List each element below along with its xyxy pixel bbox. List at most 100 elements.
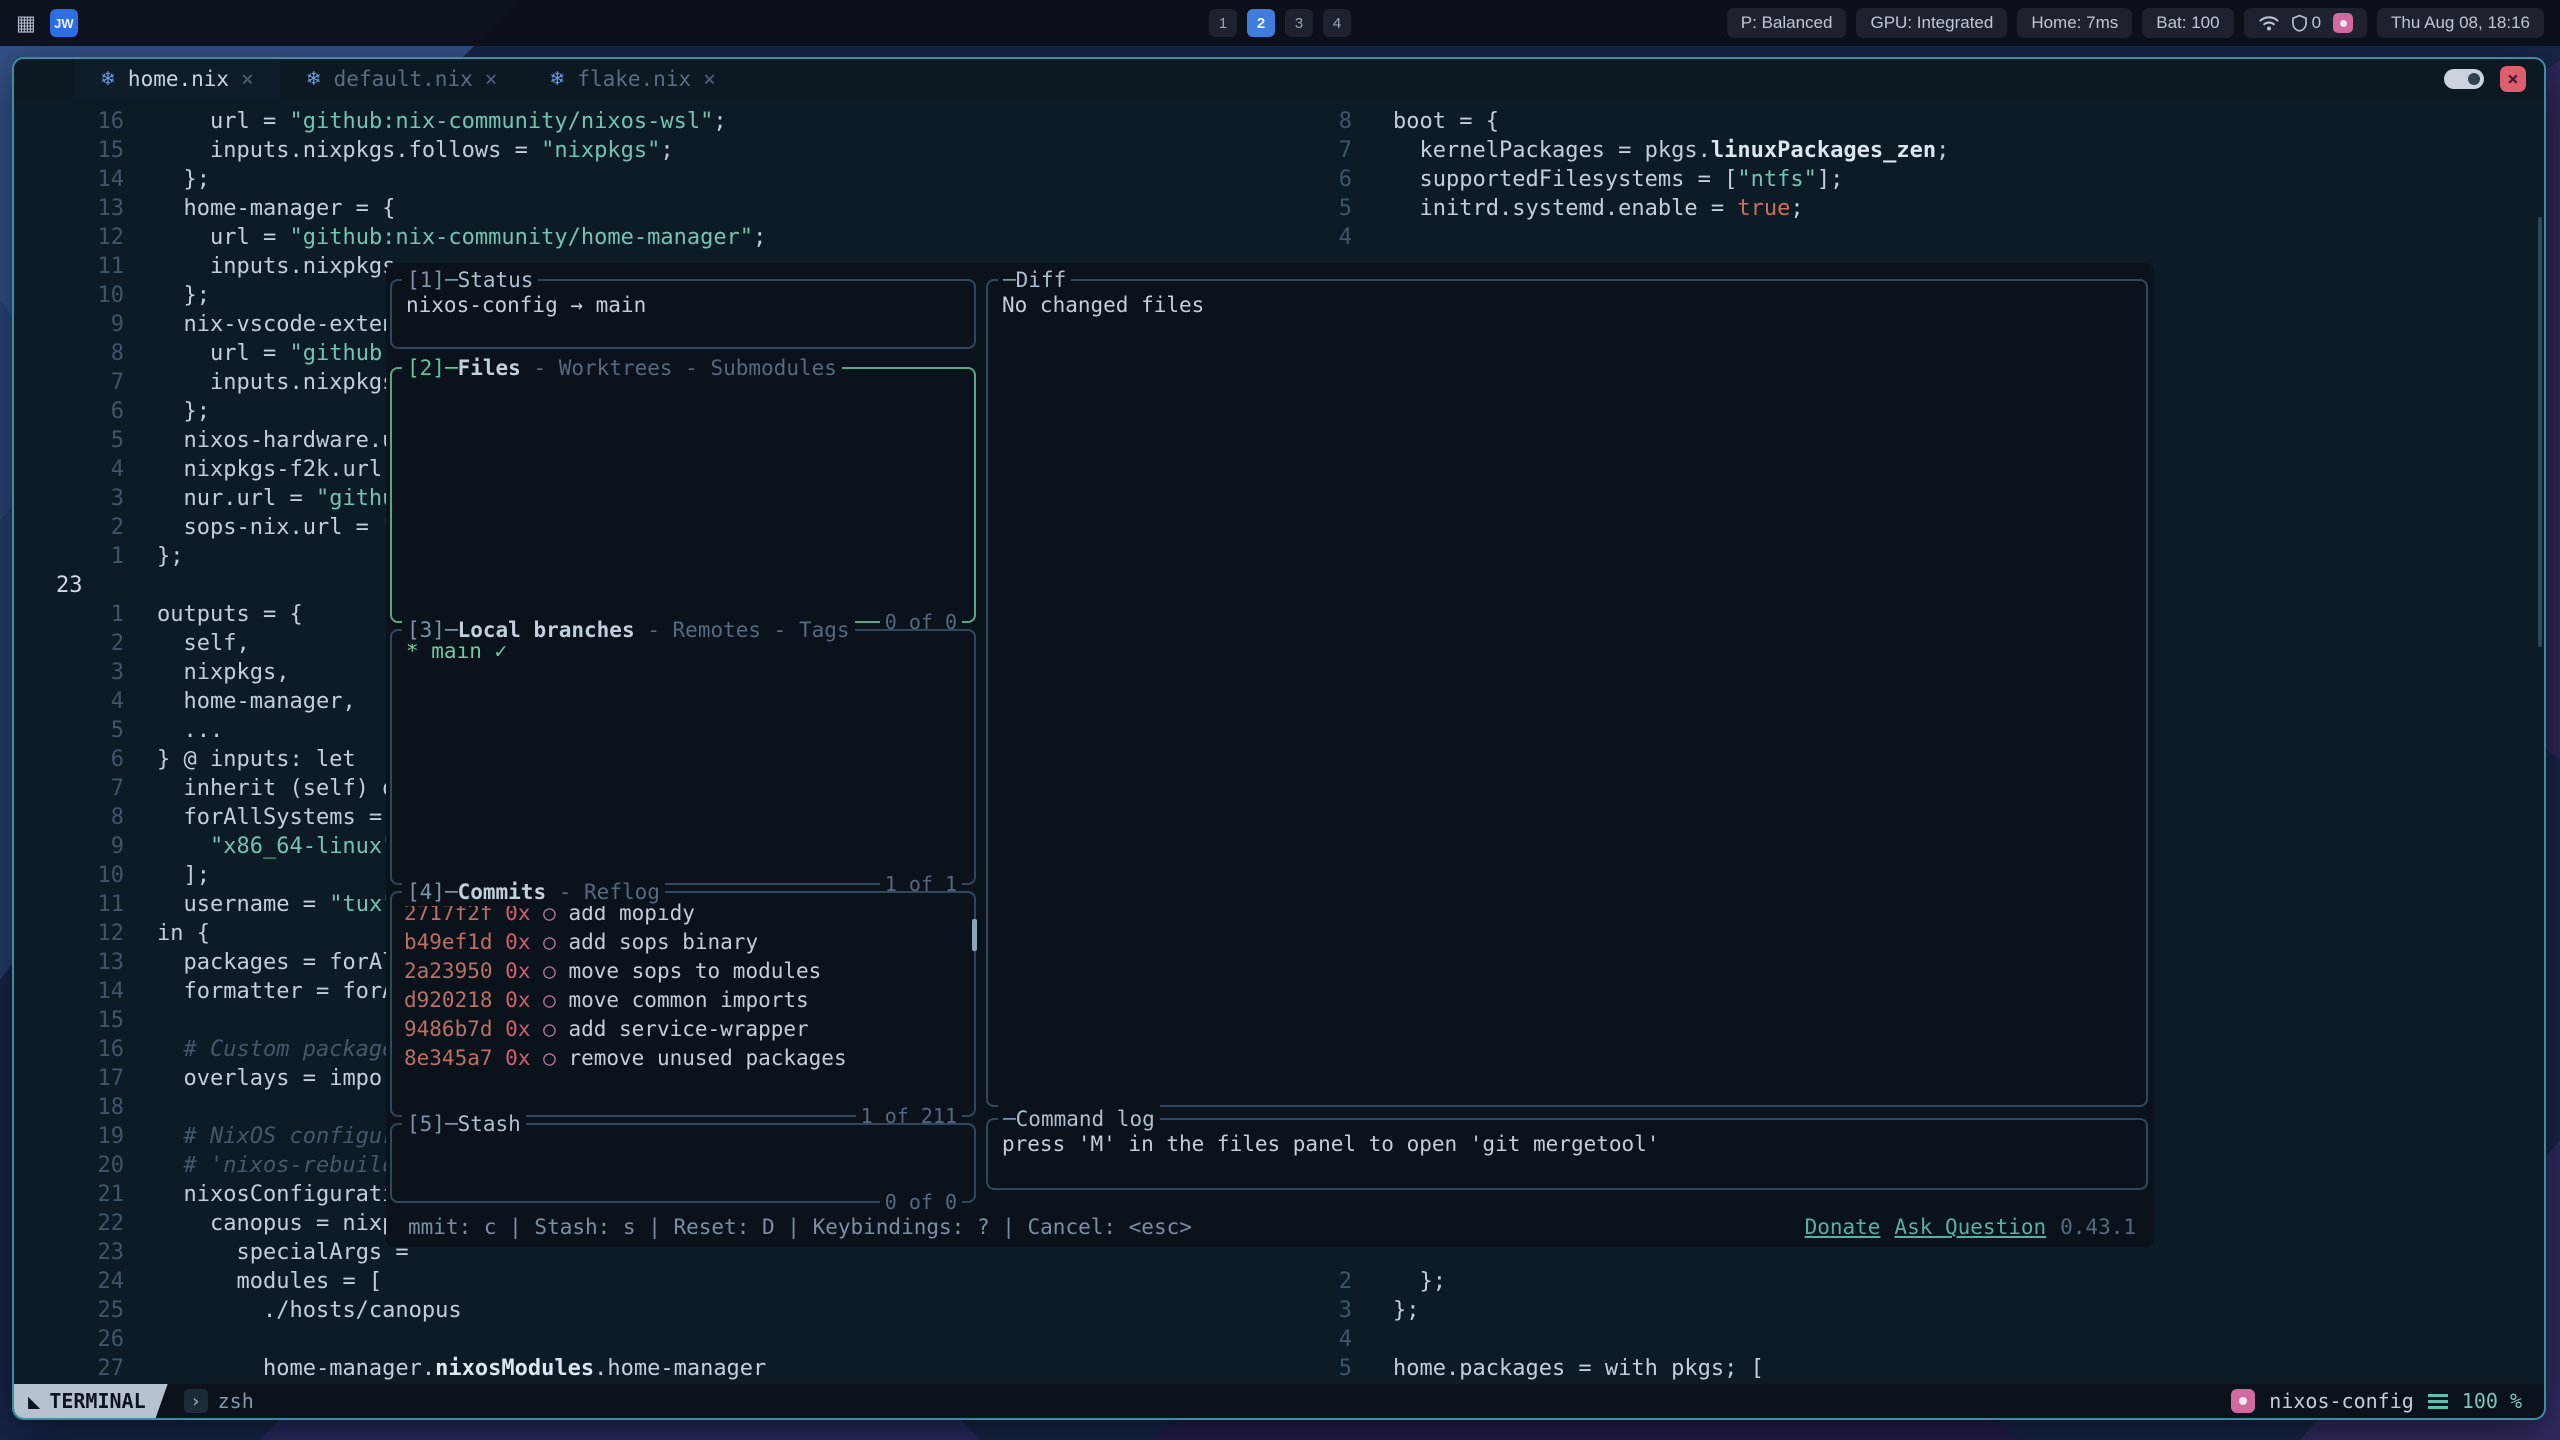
code-text: supportedFilesystems = ["ntfs"]; xyxy=(1366,165,1843,194)
line-number: 14 xyxy=(14,165,124,194)
lazygit-stash-panel[interactable]: [5]─Stash 0 of 0 xyxy=(390,1123,976,1203)
code-line: 3}; xyxy=(1314,1296,2544,1325)
code-text: boot = { xyxy=(1366,107,1499,136)
line-number: 15 xyxy=(14,136,124,165)
code-text: }; xyxy=(1366,1267,1446,1296)
workspace-3[interactable]: 3 xyxy=(1285,9,1313,37)
code-line: 24 modules = [ xyxy=(14,1267,1314,1296)
buffer-tab-bar: ❄home.nix×❄default.nix×❄flake.nix× × xyxy=(14,59,2544,99)
code-text: ... xyxy=(124,716,223,745)
panel-title: [4]─Commits - Reflog xyxy=(402,878,665,906)
code-text: }; xyxy=(124,281,210,310)
line-number: 20 xyxy=(14,1151,124,1180)
code-text: ]; xyxy=(124,861,210,890)
ask-question-link[interactable]: Ask Question xyxy=(1894,1215,2046,1239)
code-text xyxy=(124,1325,157,1354)
donate-link[interactable]: Donate xyxy=(1805,1215,1881,1239)
code-text: nur.url = "github xyxy=(124,484,409,513)
window-controls: × xyxy=(2444,66,2544,92)
line-number: 25 xyxy=(14,1296,124,1325)
code-text: # 'nixos-rebuild xyxy=(124,1151,395,1180)
diff-content: No changed files xyxy=(988,281,2146,329)
workspace-1[interactable]: 1 xyxy=(1209,9,1237,37)
mode-icon: ◣ xyxy=(28,1392,40,1411)
line-number: 5 xyxy=(1314,1354,1366,1383)
mode-label: TERMINAL xyxy=(49,1389,145,1413)
tab-close-icon[interactable]: × xyxy=(703,67,716,91)
line-number: 3 xyxy=(1314,1296,1366,1325)
editor-tab-home.nix[interactable]: ❄home.nix× xyxy=(74,59,280,99)
line-number: 15 xyxy=(14,1006,124,1035)
code-line: 2 }; xyxy=(1314,1267,2544,1296)
editor-scrollbar[interactable] xyxy=(2538,217,2542,647)
line-number: 7 xyxy=(14,368,124,397)
code-text: }; xyxy=(124,165,210,194)
clock: Thu Aug 08, 18:16 xyxy=(2377,8,2544,38)
lazygit-status-panel[interactable]: [1]─Status nixos-config → main xyxy=(390,279,976,349)
lazygit-keybindings-bar: mmit: c | Stash: s | Reset: D | Keybindi… xyxy=(408,1215,1192,1239)
toggle-pill[interactable] xyxy=(2444,69,2484,89)
line-number: 5 xyxy=(14,426,124,455)
code-line: 26 xyxy=(14,1325,1314,1354)
repo-label: nixos-config xyxy=(2269,1389,2414,1413)
commit-hash: b49ef1d xyxy=(404,930,493,954)
code-text: "x86_64-linux" xyxy=(124,832,395,861)
line-number: 4 xyxy=(14,687,124,716)
editor-tab-default.nix[interactable]: ❄default.nix× xyxy=(280,59,524,99)
code-line: 8boot = { xyxy=(1314,107,2544,136)
commit-row[interactable]: 8e345a7 0x ○ remove unused packages xyxy=(404,1044,962,1073)
commit-row[interactable]: b49ef1d 0x ○ add sops binary xyxy=(404,928,962,957)
tab-close-icon[interactable]: × xyxy=(485,67,498,91)
code-text: outputs = { xyxy=(124,600,303,629)
code-text: url = "github:nix-community/home-manager… xyxy=(124,223,766,252)
code-line: 5 initrd.systemd.enable = true; xyxy=(1314,194,2544,223)
line-number: 10 xyxy=(14,861,124,890)
code-text: home.packages = with pkgs; [ xyxy=(1366,1354,1764,1383)
lazygit-files-panel[interactable]: [2]─Files - Worktrees - Submodules 0 of … xyxy=(390,367,976,623)
topbar-left-group: ▦ JW xyxy=(16,9,78,37)
workspace-2[interactable]: 2 xyxy=(1247,9,1275,37)
nix-icon: ❄ xyxy=(306,68,322,90)
window-close-button[interactable]: × xyxy=(2500,66,2526,92)
line-number: 5 xyxy=(1314,194,1366,223)
code-text: nix-vscode-extens xyxy=(124,310,409,339)
editor-tab-flake.nix[interactable]: ❄flake.nix× xyxy=(523,59,741,99)
line-number: 2 xyxy=(14,513,124,542)
line-number: 7 xyxy=(1314,136,1366,165)
workspace-4[interactable]: 4 xyxy=(1323,9,1351,37)
code-text: nixosConfiguratio xyxy=(124,1180,409,1209)
system-tray[interactable]: 0 xyxy=(2244,8,2367,38)
tab-close-icon[interactable]: × xyxy=(241,67,254,91)
status-segment: P: Balanced xyxy=(1727,8,1847,38)
line-number: 5 xyxy=(14,716,124,745)
commit-graph-node: ○ xyxy=(543,1046,556,1070)
line-number: 1 xyxy=(14,600,124,629)
line-number: 10 xyxy=(14,281,124,310)
layout-badge[interactable]: JW xyxy=(50,9,78,37)
commit-message: move sops to modules xyxy=(568,959,821,983)
line-number: 16 xyxy=(14,107,124,136)
repo-icon xyxy=(2231,1389,2255,1413)
line-number: 2 xyxy=(1314,1267,1366,1296)
commit-row[interactable]: 9486b7d 0x ○ add service-wrapper xyxy=(404,1015,962,1044)
screen-tool-icon[interactable] xyxy=(2333,13,2353,33)
commit-author: 0x xyxy=(505,959,530,983)
lazygit-branches-panel[interactable]: [3]─Local branches - Remotes - Tags * ma… xyxy=(390,629,976,885)
wifi-icon xyxy=(2258,14,2280,32)
panel-title: [2]─Files - Worktrees - Submodules xyxy=(402,354,842,382)
tab-label: home.nix xyxy=(128,67,229,91)
commit-row[interactable]: 2a23950 0x ○ move sops to modules xyxy=(404,957,962,986)
lazygit-version: 0.43.1 xyxy=(2060,1215,2136,1239)
lazygit-commits-panel[interactable]: [4]─Commits - Reflog 2717f2f 0x ○ add mo… xyxy=(390,891,976,1117)
line-number: 8 xyxy=(1314,107,1366,136)
status-segments: P: BalancedGPU: IntegratedHome: 7msBat: … xyxy=(1727,8,2234,38)
status-segment: GPU: Integrated xyxy=(1856,8,2007,38)
lazygit-command-log-panel[interactable]: ─Command log press 'M' in the files pane… xyxy=(986,1118,2148,1190)
app-launcher-icon[interactable]: ▦ xyxy=(16,11,36,35)
commit-row[interactable]: d920218 0x ○ move common imports xyxy=(404,986,962,1015)
commits-scrollbar[interactable] xyxy=(972,919,977,951)
line-number: 24 xyxy=(14,1267,124,1296)
commit-message: add sops binary xyxy=(568,930,758,954)
lazygit-diff-panel[interactable]: ─Diff No changed files xyxy=(986,279,2148,1107)
panel-title: [3]─Local branches - Remotes - Tags xyxy=(402,616,855,644)
